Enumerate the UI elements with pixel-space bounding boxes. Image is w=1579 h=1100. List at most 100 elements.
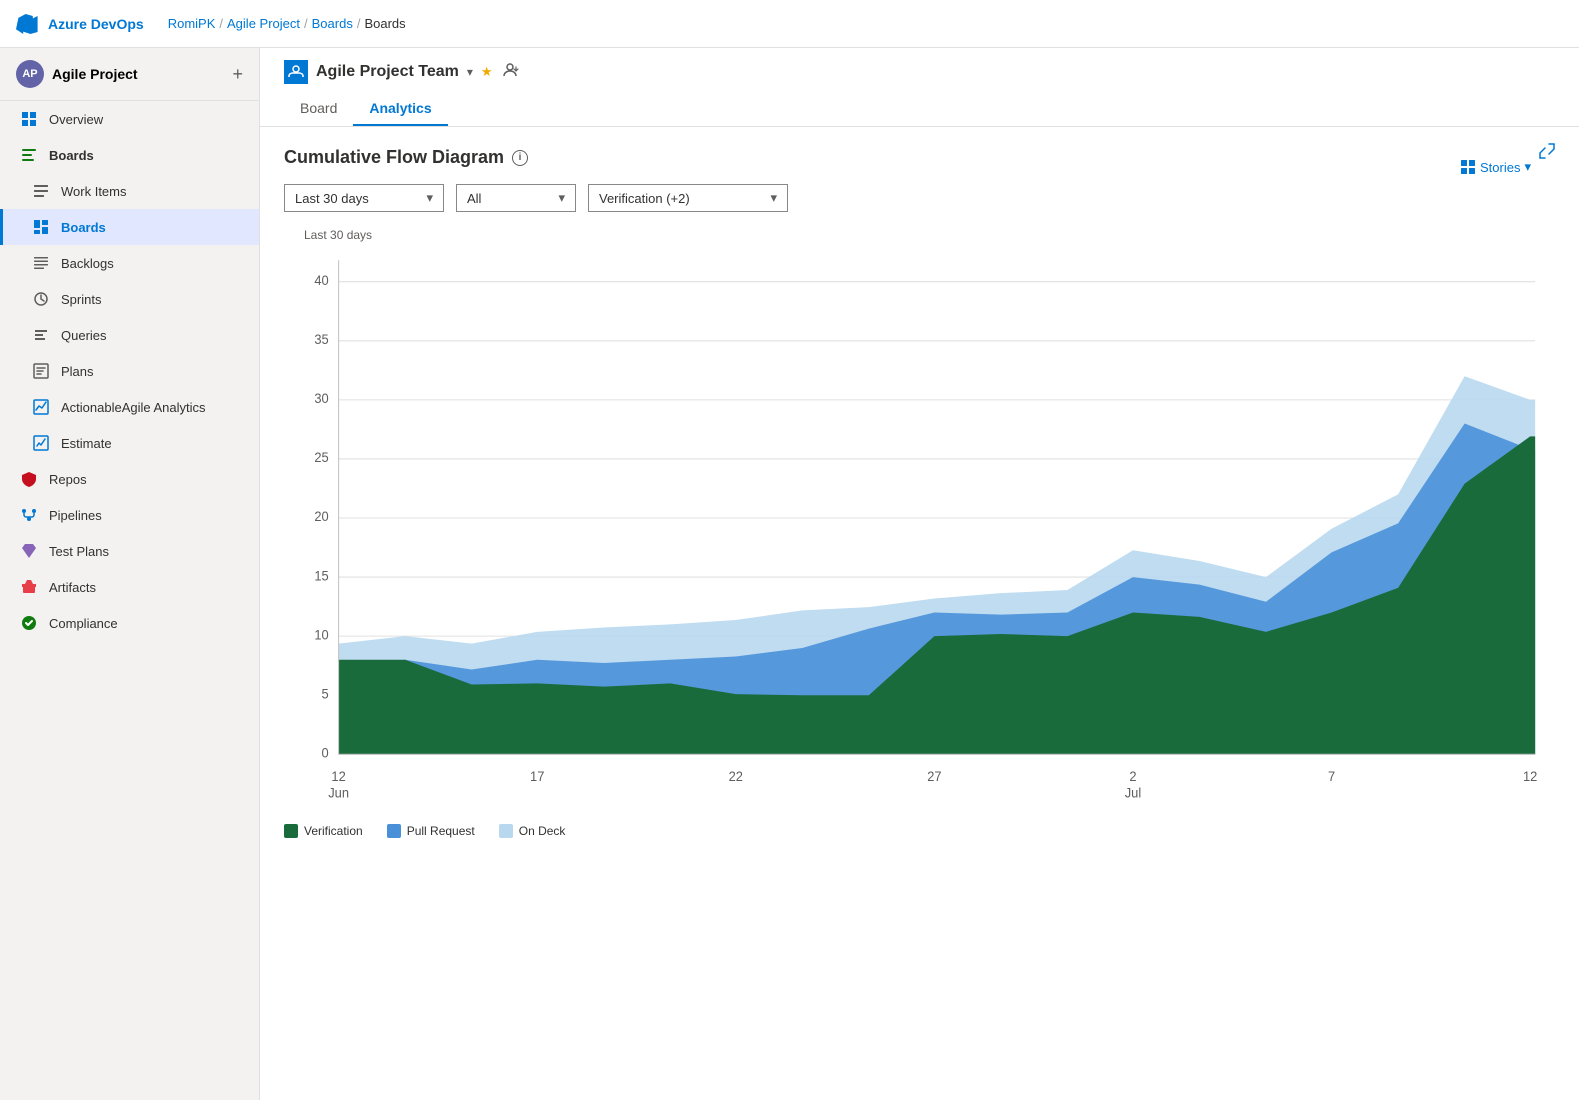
type-filter-chevron: ▾: [558, 190, 565, 206]
breadcrumb-4: Boards: [364, 16, 405, 31]
breadcrumb-3[interactable]: Boards: [312, 16, 353, 31]
boards-group-icon: [19, 145, 39, 165]
sidebar-item-backlogs[interactable]: Backlogs: [0, 245, 259, 281]
test-plans-icon: [19, 541, 39, 561]
sidebar-item-label: Repos: [49, 472, 87, 487]
sidebar-item-plans[interactable]: Plans: [0, 353, 259, 389]
state-filter-chevron: ▾: [770, 190, 777, 206]
add-button[interactable]: +: [232, 64, 243, 85]
sidebar-item-estimate[interactable]: Estimate: [0, 425, 259, 461]
work-items-icon: [31, 181, 51, 201]
top-right-controls: Stories ▾: [1531, 143, 1555, 162]
azure-devops-logo[interactable]: Azure DevOps: [16, 12, 144, 36]
chart-title: Cumulative Flow Diagram i: [284, 147, 1555, 168]
sidebar-item-label: Test Plans: [49, 544, 109, 559]
pull-request-dot: [387, 824, 401, 838]
pull-request-label: Pull Request: [407, 824, 475, 838]
compliance-icon: [19, 613, 39, 633]
svg-text:12: 12: [1523, 769, 1537, 785]
sidebar-item-actionable-agile[interactable]: ActionableAgile Analytics: [0, 389, 259, 425]
sidebar-item-overview[interactable]: Overview: [0, 101, 259, 137]
sidebar-item-label: Artifacts: [49, 580, 96, 595]
estimate-icon: [31, 433, 51, 453]
info-icon[interactable]: i: [512, 150, 528, 166]
sidebar: AP Agile Project + Overview Boards: [0, 48, 260, 1100]
sidebar-nav: Overview Boards Work Items: [0, 101, 259, 1100]
svg-text:25: 25: [314, 450, 328, 466]
tab-board[interactable]: Board: [284, 92, 353, 126]
team-chevron-icon[interactable]: ▾: [467, 65, 473, 79]
breadcrumb-sep-1: /: [219, 16, 223, 31]
period-filter-value: Last 30 days: [295, 191, 369, 206]
backlogs-icon: [31, 253, 51, 273]
state-filter[interactable]: Verification (+2) ▾: [588, 184, 788, 212]
sidebar-item-label: Queries: [61, 328, 107, 343]
sidebar-item-label: Boards: [61, 220, 106, 235]
expand-icon[interactable]: [1539, 143, 1555, 162]
sidebar-item-label: Boards: [49, 148, 94, 163]
cumulative-flow-chart: 0 5 10 15 20 25 30 35 40 12 Jun 17 22: [284, 228, 1555, 808]
svg-text:27: 27: [927, 769, 941, 785]
svg-text:7: 7: [1328, 769, 1335, 785]
filters: Last 30 days ▾ All ▾ Verification (+2) ▾: [284, 184, 1555, 212]
state-filter-value: Verification (+2): [599, 191, 690, 206]
sidebar-item-pipelines[interactable]: Pipelines: [0, 497, 259, 533]
sprints-icon: [31, 289, 51, 309]
team-star-icon[interactable]: ★: [481, 64, 493, 80]
period-filter[interactable]: Last 30 days ▾: [284, 184, 444, 212]
breadcrumb-2[interactable]: Agile Project: [227, 16, 300, 31]
sidebar-project: AP Agile Project +: [0, 48, 259, 101]
sidebar-item-artifacts[interactable]: Artifacts: [0, 569, 259, 605]
breadcrumb-sep-2: /: [304, 16, 308, 31]
stories-dropdown[interactable]: Stories ▾: [1460, 159, 1531, 175]
chart-period-label: Last 30 days: [304, 228, 372, 242]
stories-chevron-icon: ▾: [1524, 159, 1531, 175]
sidebar-item-compliance[interactable]: Compliance: [0, 605, 259, 641]
artifacts-icon: [19, 577, 39, 597]
sidebar-item-repos[interactable]: Repos: [0, 461, 259, 497]
legend-pull-request: Pull Request: [387, 824, 475, 838]
content-area: Stories ▾ Cumulative Flow Diagram i Last…: [260, 127, 1579, 1100]
project-avatar: AP: [16, 60, 44, 88]
svg-text:22: 22: [729, 769, 743, 785]
actionable-agile-icon: [31, 397, 51, 417]
sidebar-item-label: Estimate: [61, 436, 112, 451]
team-person-icon[interactable]: [501, 61, 519, 84]
on-deck-label: On Deck: [519, 824, 566, 838]
period-filter-chevron: ▾: [426, 190, 433, 206]
sidebar-item-boards[interactable]: Boards: [0, 209, 259, 245]
svg-text:10: 10: [314, 627, 328, 643]
svg-text:Jun: Jun: [328, 785, 349, 801]
layout: AP Agile Project + Overview Boards: [0, 48, 1579, 1100]
sidebar-item-test-plans[interactable]: Test Plans: [0, 533, 259, 569]
sidebar-item-sprints[interactable]: Sprints: [0, 281, 259, 317]
tab-analytics[interactable]: Analytics: [353, 92, 447, 126]
sidebar-item-queries[interactable]: Queries: [0, 317, 259, 353]
boards-icon: [31, 217, 51, 237]
page-header: Agile Project Team ▾ ★ Board Analytics: [260, 48, 1579, 127]
topbar: Azure DevOps RomiPK / Agile Project / Bo…: [0, 0, 1579, 48]
sidebar-item-boards-group[interactable]: Boards: [0, 137, 259, 173]
sidebar-item-label: Work Items: [61, 184, 127, 199]
svg-text:2: 2: [1129, 769, 1136, 785]
svg-text:40: 40: [314, 272, 328, 288]
svg-text:5: 5: [321, 686, 328, 702]
project-name[interactable]: Agile Project: [52, 66, 138, 82]
on-deck-dot: [499, 824, 513, 838]
team-name: Agile Project Team: [316, 63, 459, 81]
svg-text:0: 0: [321, 745, 328, 761]
breadcrumb-1[interactable]: RomiPK: [168, 16, 216, 31]
sidebar-item-work-items[interactable]: Work Items: [0, 173, 259, 209]
svg-text:15: 15: [314, 568, 328, 584]
svg-text:17: 17: [530, 769, 544, 785]
verification-dot: [284, 824, 298, 838]
verification-label: Verification: [304, 824, 363, 838]
overview-icon: [19, 109, 39, 129]
tabs: Board Analytics: [284, 92, 1555, 126]
svg-text:12: 12: [331, 769, 345, 785]
type-filter[interactable]: All ▾: [456, 184, 576, 212]
sidebar-item-label: Pipelines: [49, 508, 102, 523]
type-filter-value: All: [467, 191, 481, 206]
sidebar-item-label: Overview: [49, 112, 103, 127]
pipelines-icon: [19, 505, 39, 525]
